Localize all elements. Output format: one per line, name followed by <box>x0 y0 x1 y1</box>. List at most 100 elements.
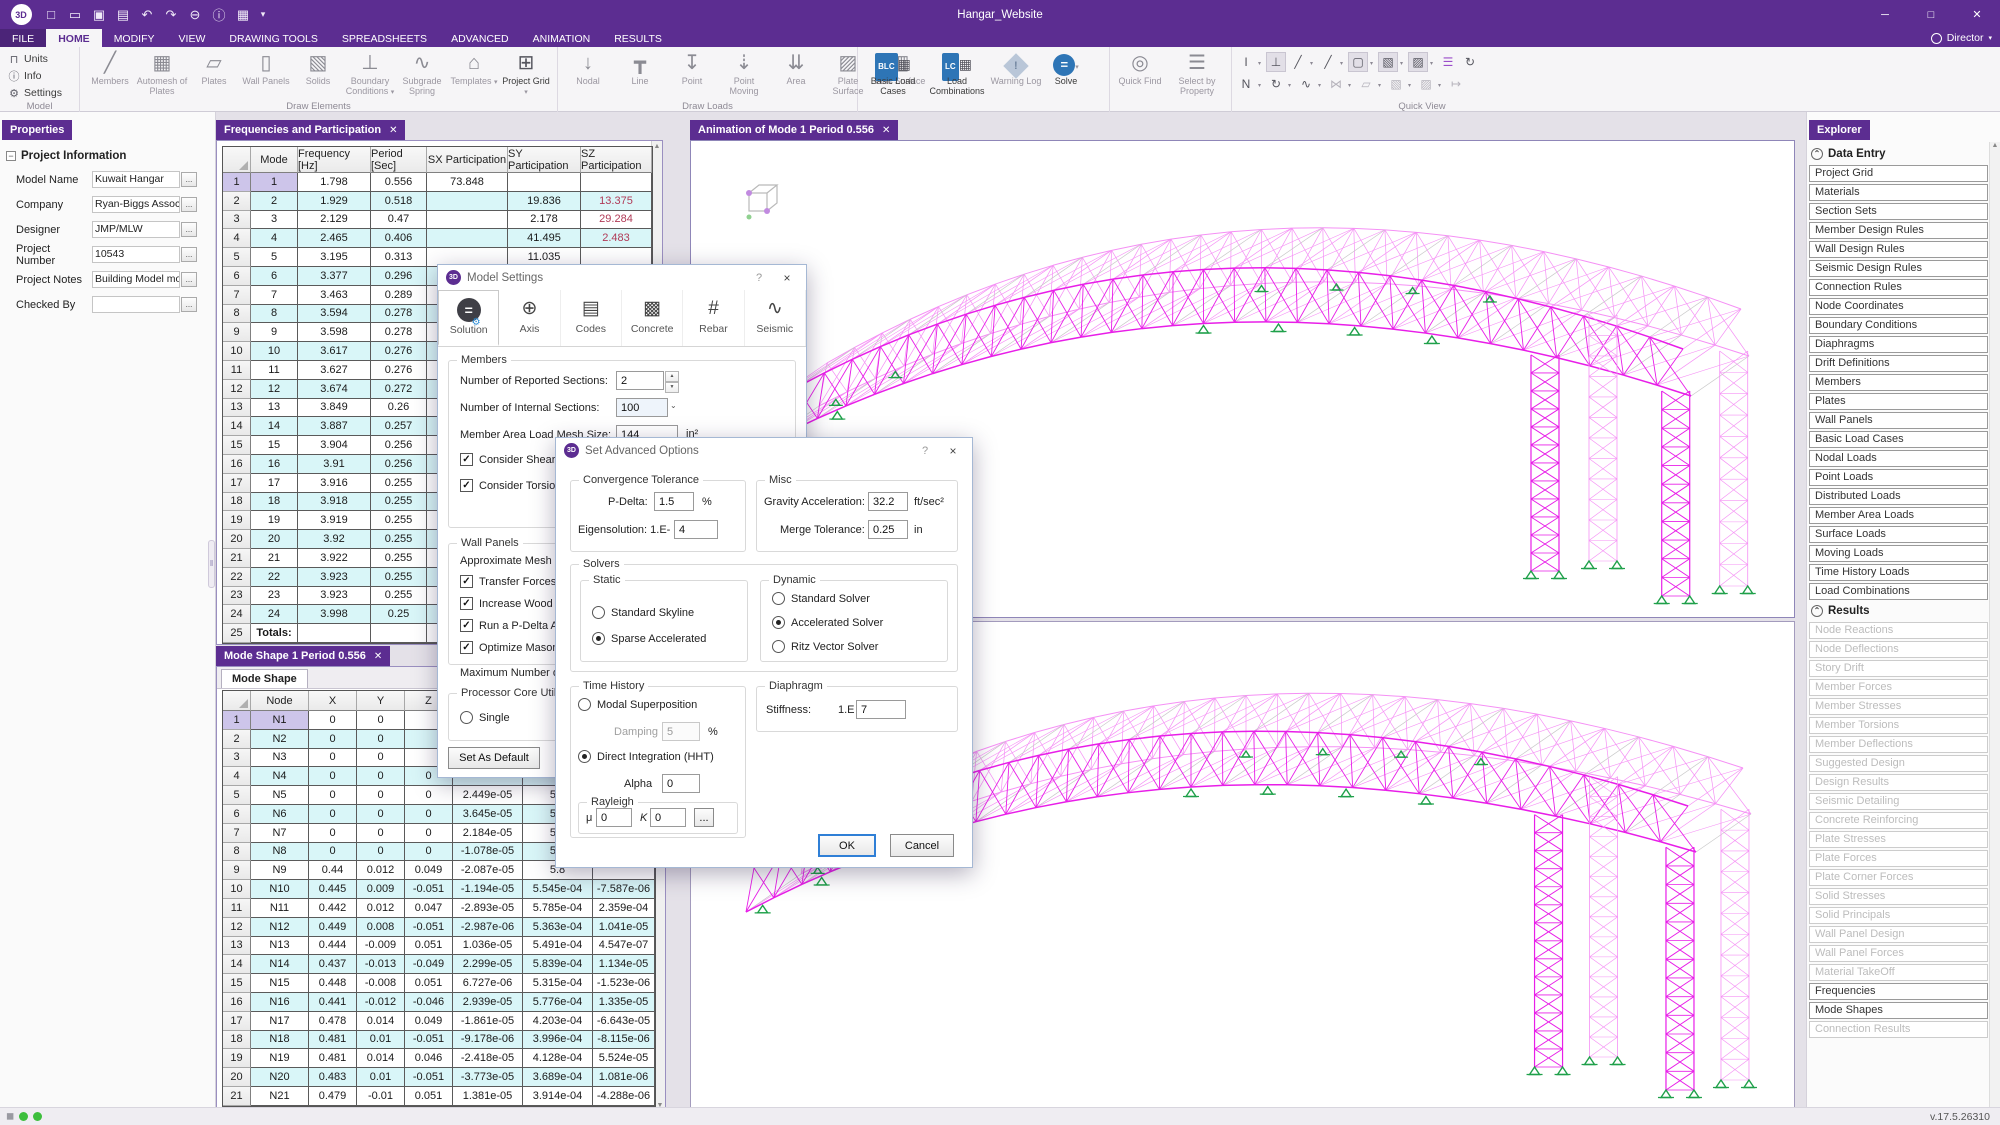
cell[interactable]: 0 <box>357 805 405 824</box>
notes-icon[interactable]: ▦ <box>234 7 252 23</box>
row-header[interactable]: 17 <box>223 1012 251 1031</box>
cell-frequency[interactable]: 1.929 <box>298 192 371 211</box>
cell-period[interactable]: 0.257 <box>371 417 427 436</box>
row-header[interactable]: 7 <box>223 824 251 843</box>
cell[interactable]: -1.523e-06 <box>593 974 655 993</box>
reported-sections-input[interactable] <box>616 371 664 390</box>
cell[interactable]: 0 <box>309 843 357 862</box>
column-header[interactable]: Y <box>357 691 405 711</box>
row-header[interactable]: 8 <box>223 843 251 862</box>
alpha-input[interactable] <box>662 774 700 793</box>
cell-period[interactable]: 0.276 <box>371 342 427 361</box>
cell-mode[interactable]: 23 <box>251 587 298 606</box>
animation-viewport-tab[interactable]: Animation of Mode 1 Period 0.556✕ <box>690 120 898 140</box>
cell-frequency[interactable] <box>298 624 371 643</box>
info-circle-icon[interactable]: ⓘ <box>210 5 228 24</box>
chevron-down-icon[interactable]: ⌄ <box>670 401 677 410</box>
close-icon[interactable]: ✕ <box>882 125 890 136</box>
cell[interactable]: 0.445 <box>309 880 357 899</box>
cell[interactable]: N2 <box>251 730 309 749</box>
explorer-item-moving-loads[interactable]: Moving Loads <box>1809 545 1988 562</box>
row-header[interactable]: 6 <box>223 805 251 824</box>
cell[interactable]: 0 <box>357 767 405 786</box>
row-header[interactable]: 12 <box>223 918 251 937</box>
cell[interactable]: 0.051 <box>405 937 453 956</box>
cell-mode[interactable]: 6 <box>251 267 298 286</box>
explorer-section-header[interactable]: ⌃Data Entry <box>1811 145 1988 163</box>
cell[interactable]: 2.939e-05 <box>453 993 523 1012</box>
row-header[interactable]: 19 <box>223 1049 251 1068</box>
chevron-up-circle-icon[interactable]: ⌃ <box>1811 148 1823 160</box>
cell[interactable]: N9 <box>251 861 309 880</box>
cell[interactable]: N12 <box>251 918 309 937</box>
rayleigh-browse-button[interactable]: ... <box>694 808 714 827</box>
cell[interactable]: 0.449 <box>309 918 357 937</box>
cell-frequency[interactable]: 3.998 <box>298 605 371 624</box>
reported-sections-spinner[interactable]: ▲▼ <box>665 371 679 390</box>
row-header[interactable]: 7 <box>223 286 251 305</box>
cell[interactable]: N15 <box>251 974 309 993</box>
property-value[interactable]: Building Model moc <box>92 271 180 288</box>
plate-fill-icon[interactable]: ▢▾ <box>1348 52 1368 72</box>
cell-sy[interactable]: 19.836 <box>508 192 581 211</box>
ribbon-tab-spreadsheets[interactable]: SPREADSHEETS <box>330 29 439 47</box>
row-header[interactable]: 2 <box>223 192 251 211</box>
cell-period[interactable] <box>371 624 427 643</box>
rayleigh-mu-input[interactable] <box>596 808 632 827</box>
new-file-icon[interactable]: □ <box>42 7 60 22</box>
cell-frequency[interactable]: 3.91 <box>298 455 371 474</box>
cell[interactable]: -0.051 <box>405 918 453 937</box>
cell[interactable]: 0 <box>309 786 357 805</box>
redo-icon[interactable]: ↷ <box>162 7 180 23</box>
row-header[interactable]: 5 <box>223 786 251 805</box>
explorer-item-nodal-loads[interactable]: Nodal Loads <box>1809 450 1988 467</box>
row-header[interactable]: 8 <box>223 305 251 324</box>
member-shape-icon[interactable]: I▾ <box>1236 52 1256 72</box>
cell-mode[interactable]: 14 <box>251 417 298 436</box>
settings-button[interactable]: ⚙Settings <box>4 85 66 101</box>
row-header[interactable]: 25 <box>223 624 251 643</box>
cell[interactable]: 5.363e-04 <box>523 918 593 937</box>
optimize-masonry-checkbox[interactable]: ✓Optimize Masonry <box>460 641 568 654</box>
row-header[interactable]: 16 <box>223 993 251 1012</box>
column-header[interactable]: X <box>309 691 357 711</box>
cell[interactable]: -8.115e-06 <box>593 1031 655 1050</box>
cell-frequency[interactable]: 3.195 <box>298 248 371 267</box>
cell-mode[interactable]: 16 <box>251 455 298 474</box>
cell-sx[interactable]: 73.848 <box>427 173 508 192</box>
refresh-view-icon[interactable]: ↻ <box>1460 52 1480 72</box>
settings-tab-codes[interactable]: ▤Codes <box>561 290 622 346</box>
cell[interactable]: N5 <box>251 786 309 805</box>
cell[interactable]: N10 <box>251 880 309 899</box>
settings-tab-rebar[interactable]: #Rebar <box>683 290 744 346</box>
cell-period[interactable]: 0.406 <box>371 229 427 248</box>
cell-mode[interactable]: 8 <box>251 305 298 324</box>
ribbon-tab-file[interactable]: FILE <box>0 29 46 47</box>
undo-icon[interactable]: ↶ <box>138 7 156 23</box>
explorer-item-wall-panels[interactable]: Wall Panels <box>1809 412 1988 429</box>
property-value[interactable]: JMP/MLW <box>92 221 180 238</box>
cell-period[interactable]: 0.278 <box>371 323 427 342</box>
row-header[interactable]: 6 <box>223 267 251 286</box>
accelerated-solver-radio[interactable]: Accelerated Solver <box>772 616 883 629</box>
cell-sx[interactable] <box>427 229 508 248</box>
wall-render-icon[interactable]: ▨▾ <box>1416 74 1436 94</box>
cell[interactable]: -0.012 <box>357 993 405 1012</box>
close-icon[interactable]: ✕ <box>389 125 397 136</box>
browse-dots-button[interactable]: ... <box>181 197 197 212</box>
cell[interactable]: 0.479 <box>309 1087 357 1106</box>
cell[interactable]: -0.01 <box>357 1087 405 1106</box>
cell[interactable]: N4 <box>251 767 309 786</box>
explorer-item-boundary-conditions[interactable]: Boundary Conditions <box>1809 317 1988 334</box>
cell[interactable]: -6.643e-05 <box>593 1012 655 1031</box>
cell[interactable]: N7 <box>251 824 309 843</box>
row-header[interactable]: 23 <box>223 587 251 606</box>
stiffness-input[interactable] <box>856 700 906 719</box>
cell[interactable]: -0.049 <box>405 955 453 974</box>
column-header[interactable]: SY Participation <box>508 147 581 173</box>
cell[interactable]: N13 <box>251 937 309 956</box>
explorer-item-materials[interactable]: Materials <box>1809 184 1988 201</box>
cell[interactable]: 0 <box>357 786 405 805</box>
row-header[interactable]: 20 <box>223 1068 251 1087</box>
rayleigh-k-input[interactable] <box>650 808 686 827</box>
